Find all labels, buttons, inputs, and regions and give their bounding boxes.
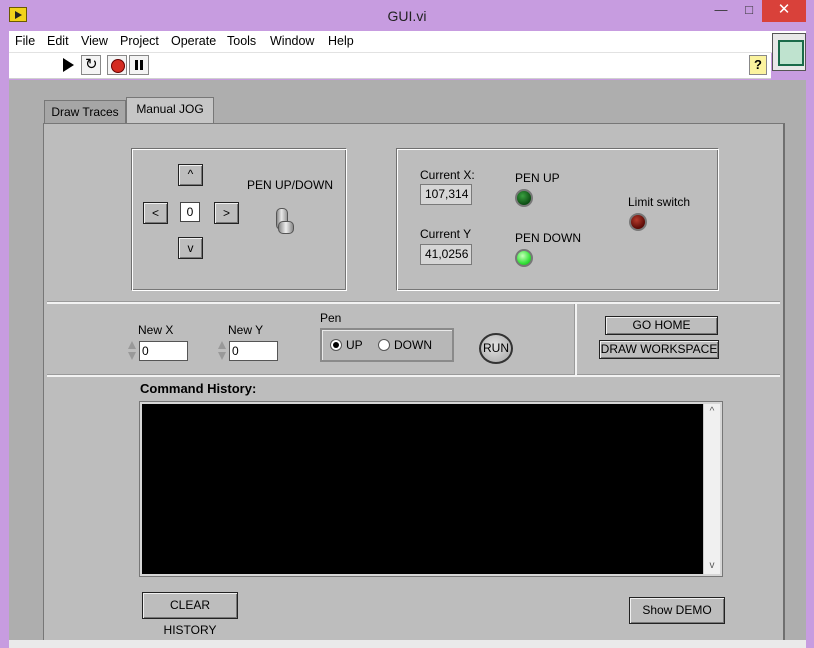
pen-up-radio-label[interactable]: UP [346,338,363,352]
new-y-input[interactable]: 0 [229,341,278,361]
jog-step-field[interactable]: 0 [180,202,200,222]
new-x-input[interactable]: 0 [139,341,188,361]
context-help-button[interactable]: ? [749,55,767,75]
menu-project[interactable]: Project [120,34,159,48]
jog-up-button[interactable]: ^ [178,164,203,186]
jog-right-button[interactable]: > [214,202,239,224]
pen-up-label: PEN UP [515,171,560,185]
run-continuously-icon[interactable] [81,55,101,75]
command-history-label: Command History: [140,381,257,396]
jog-down-button[interactable]: v [178,237,203,259]
current-y-label: Current Y [420,227,472,241]
divider [47,374,780,377]
menu-help[interactable]: Help [328,34,354,48]
maximize-button[interactable]: □ [736,0,762,22]
pen-toggle-switch[interactable] [276,208,294,234]
pen-toggle-label: PEN UP/DOWN [247,178,334,192]
close-button[interactable]: ✕ [762,0,806,22]
menu-bar: File Edit View Project Operate Tools Win… [9,31,806,53]
window-title: GUI.vi [387,8,427,24]
vi-icon [772,33,806,71]
scroll-up-icon[interactable]: ^ [704,404,720,420]
menu-file[interactable]: File [15,34,35,48]
tab-manual-jog[interactable]: Manual JOG [126,97,214,124]
menu-view[interactable]: View [81,34,108,48]
pen-down-led [515,249,533,267]
go-home-button[interactable]: GO HOME [605,316,718,335]
toolbar: ? [9,53,771,79]
clear-history-button[interactable]: CLEAR HISTORY [142,592,238,637]
menu-operate[interactable]: Operate [171,34,216,48]
pen-down-label: PEN DOWN [515,231,581,245]
run-button[interactable]: RUN [479,333,513,364]
show-demo-button[interactable]: Show DEMO [629,597,725,624]
new-x-increment-decrement-icon[interactable] [127,339,137,363]
pen-up-radio[interactable] [330,339,342,351]
pen-label: Pen [320,311,342,325]
run-arrow-icon[interactable] [59,55,79,75]
menu-tools[interactable]: Tools [227,34,256,48]
divider [47,301,780,304]
pause-icon[interactable] [129,55,149,75]
new-x-label: New X [138,323,174,337]
new-y-increment-decrement-icon[interactable] [217,339,227,363]
divider [574,304,577,375]
limit-switch-label: Limit switch [628,195,691,209]
history-scrollbar[interactable]: ^ v [703,404,720,574]
pen-down-radio[interactable] [378,339,390,351]
draw-workspace-button[interactable]: DRAW WORKSPACE [599,340,719,359]
current-x-indicator: 107,314 [420,184,472,205]
bottom-edge [9,640,806,648]
menu-window[interactable]: Window [270,34,314,48]
pen-up-led [515,189,533,207]
current-y-indicator: 41,0256 [420,244,472,265]
new-y-label: New Y [228,323,264,337]
current-x-label: Current X: [420,168,475,182]
menu-edit[interactable]: Edit [47,34,69,48]
minimize-button[interactable]: — [706,0,736,22]
jog-left-button[interactable]: < [143,202,168,224]
limit-switch-led [629,213,647,231]
abort-execution-icon[interactable] [107,55,127,75]
pen-down-radio-label[interactable]: DOWN [394,338,432,352]
command-history-box[interactable] [140,402,722,576]
tab-draw-traces[interactable]: Draw Traces [44,100,126,124]
scroll-down-icon[interactable]: v [704,558,720,574]
